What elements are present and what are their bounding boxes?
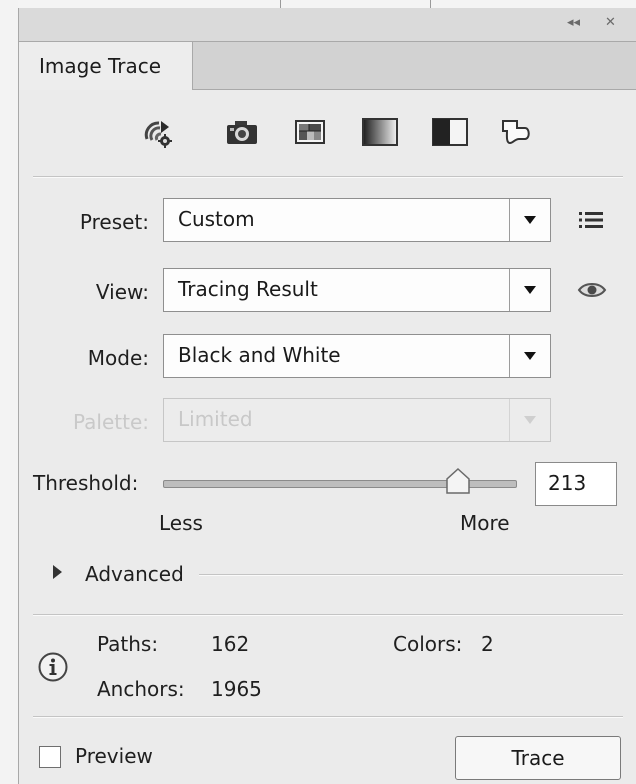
preset-dropdown[interactable]: Custom — [163, 198, 551, 242]
threshold-more-label: More — [460, 511, 510, 535]
view-original-button[interactable] — [575, 274, 609, 306]
black-white-icon — [432, 118, 468, 146]
palette-dropdown: Limited — [163, 398, 551, 442]
panel-titlebar: ◂◂ ✕ — [19, 8, 636, 42]
chevron-down-icon — [509, 269, 550, 311]
grayscale-gradient-icon — [362, 118, 398, 146]
advanced-disclosure-icon[interactable] — [51, 564, 71, 584]
section-divider — [33, 716, 623, 718]
image-trace-panel: ◂◂ ✕ Image Trace Preset: Custom View: Tr… — [18, 8, 636, 784]
colors-label: Colors: — [393, 632, 463, 656]
anchors-value: 1965 — [211, 677, 262, 701]
threshold-value-field[interactable]: 213 — [535, 462, 617, 506]
low-color-preset-button[interactable] — [288, 112, 332, 152]
panel-tabstrip: Image Trace — [19, 42, 636, 90]
palette-label: Palette: — [72, 410, 149, 434]
close-icon[interactable]: ✕ — [605, 15, 616, 31]
tab-image-trace[interactable]: Image Trace — [19, 42, 193, 90]
threshold-slider-thumb[interactable] — [446, 467, 471, 498]
advanced-toggle[interactable]: Advanced — [85, 562, 184, 586]
outline-shape-icon — [502, 120, 530, 145]
threshold-less-label: Less — [159, 511, 203, 535]
preset-label: Preset: — [79, 210, 149, 234]
paths-value: 162 — [211, 632, 250, 656]
auto-color-icon — [144, 121, 172, 148]
high-color-preset-button[interactable] — [220, 112, 264, 152]
manage-presets-button[interactable] — [575, 204, 607, 236]
threshold-label: Threshold: — [33, 471, 139, 495]
view-dropdown-value: Tracing Result — [178, 277, 318, 301]
grid-image-icon — [295, 120, 325, 144]
chevron-down-icon — [509, 199, 550, 241]
camera-icon — [227, 121, 257, 144]
anchors-label: Anchors: — [97, 677, 185, 701]
mode-dropdown-value: Black and White — [178, 343, 341, 367]
list-menu-icon — [579, 212, 603, 228]
mode-dropdown[interactable]: Black and White — [163, 334, 551, 378]
outline-preset-button[interactable] — [494, 112, 538, 152]
view-label: View: — [95, 280, 149, 304]
black-and-white-preset-button[interactable] — [428, 112, 472, 152]
section-divider — [33, 176, 623, 178]
info-icon — [37, 651, 69, 683]
section-divider — [33, 614, 623, 616]
trace-button[interactable]: Trace — [455, 736, 621, 780]
preview-checkbox[interactable] — [39, 746, 61, 768]
collapse-icon[interactable]: ◂◂ — [567, 15, 580, 31]
auto-color-preset-button[interactable] — [136, 112, 180, 152]
grayscale-preset-button[interactable] — [358, 112, 402, 152]
window-top-edge — [18, 0, 636, 8]
window-edge — [0, 0, 18, 784]
chevron-down-icon — [509, 335, 550, 377]
advanced-divider — [199, 574, 623, 576]
view-dropdown[interactable]: Tracing Result — [163, 268, 551, 312]
eye-icon — [577, 283, 607, 297]
edge-tick — [430, 0, 431, 8]
colors-value: 2 — [481, 632, 494, 656]
mode-label: Mode: — [87, 346, 149, 370]
paths-label: Paths: — [97, 632, 159, 656]
palette-dropdown-value: Limited — [178, 407, 253, 431]
preview-label[interactable]: Preview — [75, 744, 153, 768]
edge-tick — [280, 0, 281, 8]
panel-content: Preset: Custom View: Tracing Result Mode… — [19, 90, 636, 784]
preset-dropdown-value: Custom — [178, 207, 255, 231]
chevron-down-icon — [509, 399, 550, 441]
